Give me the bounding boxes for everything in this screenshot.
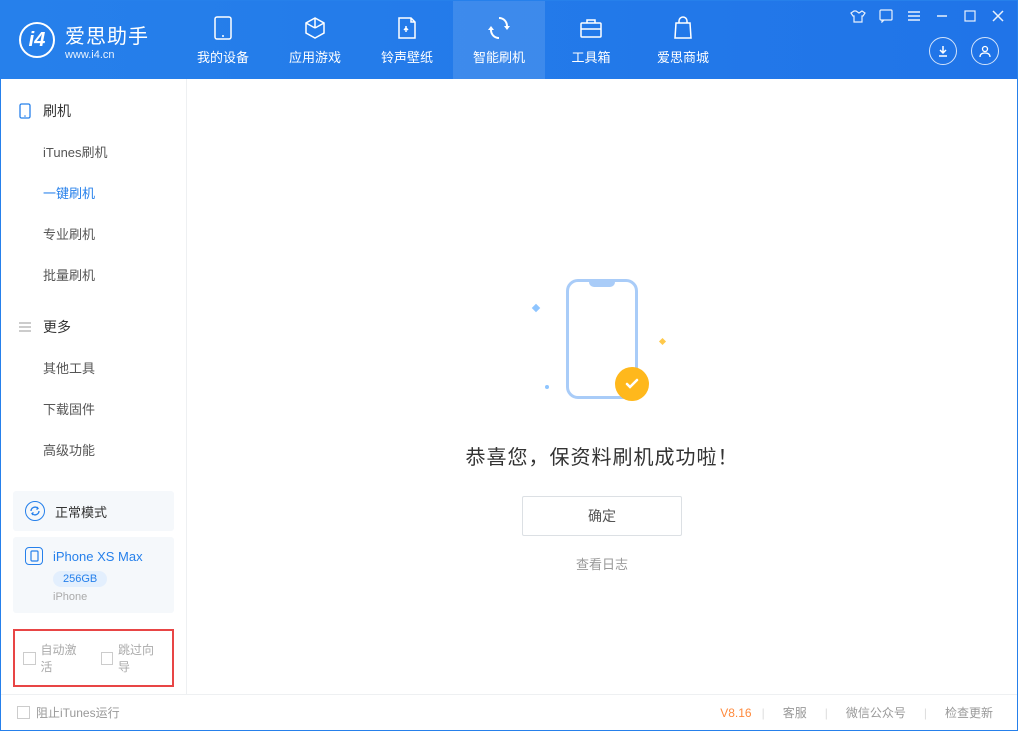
app-title: 爱思助手 xyxy=(65,20,149,49)
music-file-icon xyxy=(393,15,421,41)
sidebar-item-itunes-flash[interactable]: iTunes刷机 xyxy=(1,131,186,172)
footer-link-update[interactable]: 检查更新 xyxy=(937,704,1001,721)
tab-label: 铃声壁纸 xyxy=(381,47,433,66)
logo-text: 爱思助手 www.i4.cn xyxy=(65,20,149,61)
footer-link-support[interactable]: 客服 xyxy=(775,704,815,721)
cube-icon xyxy=(301,15,329,41)
sidebar-item-pro-flash[interactable]: 专业刷机 xyxy=(1,213,186,254)
checkbox[interactable] xyxy=(23,652,36,665)
option-label: 跳过向导 xyxy=(118,641,164,675)
success-illustration xyxy=(537,279,667,409)
list-icon xyxy=(17,319,33,335)
tab-ringtone-wallpaper[interactable]: 铃声壁纸 xyxy=(361,1,453,79)
success-message: 恭喜您，保资料刷机成功啦！ xyxy=(187,441,1017,470)
sidebar-item-download-firmware[interactable]: 下载固件 xyxy=(1,388,186,429)
checkbox-block-itunes[interactable] xyxy=(17,706,30,719)
tab-apps-games[interactable]: 应用游戏 xyxy=(269,1,361,79)
device-info[interactable]: iPhone XS Max 256GB iPhone xyxy=(13,537,174,613)
device-storage: 256GB xyxy=(53,571,107,587)
sparkle-icon xyxy=(659,338,666,345)
sidebar-item-other-tools[interactable]: 其他工具 xyxy=(1,347,186,388)
footer-left: 阻止iTunes运行 xyxy=(17,704,120,721)
mode-selector[interactable]: 正常模式 xyxy=(13,491,174,531)
section-more: 更多 其他工具 下载固件 高级功能 xyxy=(1,295,186,470)
sidebar-item-advanced[interactable]: 高级功能 xyxy=(1,429,186,470)
sparkle-icon xyxy=(545,385,549,389)
tab-label: 工具箱 xyxy=(571,47,610,66)
phone-icon xyxy=(209,15,237,41)
feedback-icon[interactable] xyxy=(877,7,895,25)
view-log-link[interactable]: 查看日志 xyxy=(187,554,1017,573)
briefcase-icon xyxy=(577,15,605,41)
menu-icon[interactable] xyxy=(905,7,923,25)
block-itunes-label: 阻止iTunes运行 xyxy=(36,704,120,721)
app-logo[interactable]: i4 爱思助手 www.i4.cn xyxy=(1,20,167,61)
refresh-shield-icon xyxy=(485,15,513,41)
logo-icon: i4 xyxy=(19,22,55,58)
close-icon[interactable] xyxy=(989,7,1007,25)
header-actions xyxy=(929,37,999,65)
sparkle-icon xyxy=(532,304,540,312)
tab-smart-flash[interactable]: 智能刷机 xyxy=(453,1,545,79)
download-button[interactable] xyxy=(929,37,957,65)
check-badge-icon xyxy=(615,367,649,401)
mode-label: 正常模式 xyxy=(55,502,107,521)
confirm-button[interactable]: 确定 xyxy=(522,496,682,536)
tab-label: 应用游戏 xyxy=(289,47,341,66)
sync-icon xyxy=(25,501,45,521)
tab-store[interactable]: 爱思商城 xyxy=(637,1,729,79)
tab-toolbox[interactable]: 工具箱 xyxy=(545,1,637,79)
tab-label: 智能刷机 xyxy=(473,47,525,66)
section-flash: 刷机 iTunes刷机 一键刷机 专业刷机 批量刷机 xyxy=(1,79,186,295)
content: 刷机 iTunes刷机 一键刷机 专业刷机 批量刷机 更多 其他工具 下载固件 … xyxy=(1,79,1017,695)
shirt-icon[interactable] xyxy=(849,7,867,25)
footer-right: V8.16 | 客服 | 微信公众号 | 检查更新 xyxy=(720,704,1001,721)
minimize-icon[interactable] xyxy=(933,7,951,25)
option-skip-guide[interactable]: 跳过向导 xyxy=(101,641,165,675)
window-controls xyxy=(849,7,1007,25)
shopping-bag-icon xyxy=(669,15,697,41)
device-type: iPhone xyxy=(53,591,162,603)
section-header-more[interactable]: 更多 xyxy=(1,307,186,347)
option-label: 自动激活 xyxy=(41,641,87,675)
footer: 阻止iTunes运行 V8.16 | 客服 | 微信公众号 | 检查更新 xyxy=(1,694,1017,730)
device-icon xyxy=(17,103,33,119)
flash-options: 自动激活 跳过向导 xyxy=(13,629,174,687)
tab-label: 爱思商城 xyxy=(657,47,709,66)
maximize-icon[interactable] xyxy=(961,7,979,25)
section-title: 更多 xyxy=(43,317,71,337)
checkbox[interactable] xyxy=(101,652,114,665)
version-label: V8.16 xyxy=(720,706,751,720)
sidebar-item-batch-flash[interactable]: 批量刷机 xyxy=(1,254,186,295)
section-title: 刷机 xyxy=(43,101,71,121)
sidebar-item-oneclick-flash[interactable]: 一键刷机 xyxy=(1,172,186,213)
section-header-flash[interactable]: 刷机 xyxy=(1,91,186,131)
header: i4 爱思助手 www.i4.cn 我的设备 应用游戏 铃声壁纸 智能刷机 工具… xyxy=(1,1,1017,79)
device-name: iPhone XS Max xyxy=(53,549,143,564)
option-auto-activate[interactable]: 自动激活 xyxy=(23,641,87,675)
phone-small-icon xyxy=(25,547,43,565)
footer-link-wechat[interactable]: 微信公众号 xyxy=(838,704,914,721)
user-button[interactable] xyxy=(971,37,999,65)
main-panel: 恭喜您，保资料刷机成功啦！ 确定 查看日志 xyxy=(187,79,1017,695)
nav-tabs: 我的设备 应用游戏 铃声壁纸 智能刷机 工具箱 爱思商城 xyxy=(177,1,729,79)
app-subtitle: www.i4.cn xyxy=(65,49,149,61)
tab-my-device[interactable]: 我的设备 xyxy=(177,1,269,79)
tab-label: 我的设备 xyxy=(197,47,249,66)
sidebar: 刷机 iTunes刷机 一键刷机 专业刷机 批量刷机 更多 其他工具 下载固件 … xyxy=(1,79,187,695)
